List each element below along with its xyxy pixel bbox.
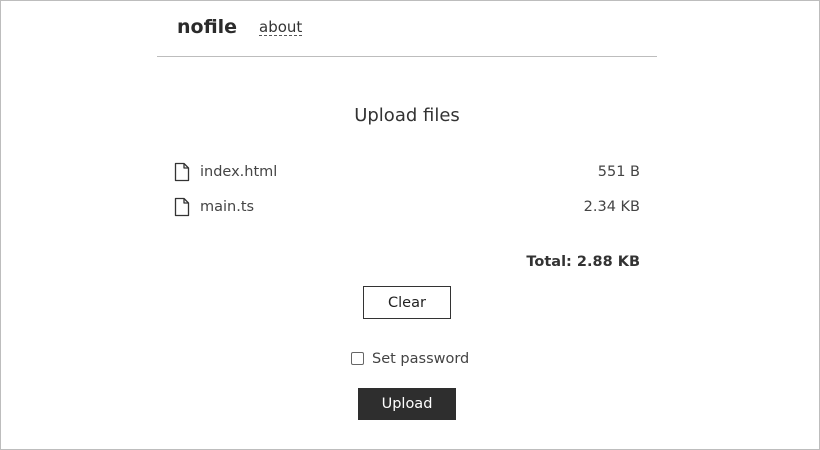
file-name: index.html bbox=[200, 164, 278, 180]
total-size: Total: 2.88 KB bbox=[526, 254, 640, 270]
main-container: nofile about Upload files index.html 551… bbox=[157, 0, 657, 450]
upload-button[interactable]: Upload bbox=[358, 388, 456, 420]
file-size: 551 B bbox=[597, 164, 640, 180]
file-row: main.ts 2.34 KB bbox=[174, 196, 640, 220]
file-row: index.html 551 B bbox=[174, 161, 640, 185]
page-title: Upload files bbox=[354, 105, 460, 126]
about-link[interactable]: about bbox=[259, 19, 303, 36]
file-icon bbox=[174, 197, 190, 217]
set-password-checkbox[interactable] bbox=[351, 352, 364, 365]
set-password-label[interactable]: Set password bbox=[372, 351, 469, 367]
brand-logo[interactable]: nofile bbox=[177, 16, 237, 38]
clear-button[interactable]: Clear bbox=[363, 286, 451, 319]
file-icon bbox=[174, 162, 190, 182]
header: nofile about bbox=[157, 0, 657, 57]
file-name: main.ts bbox=[200, 199, 255, 215]
file-size: 2.34 KB bbox=[583, 199, 640, 215]
